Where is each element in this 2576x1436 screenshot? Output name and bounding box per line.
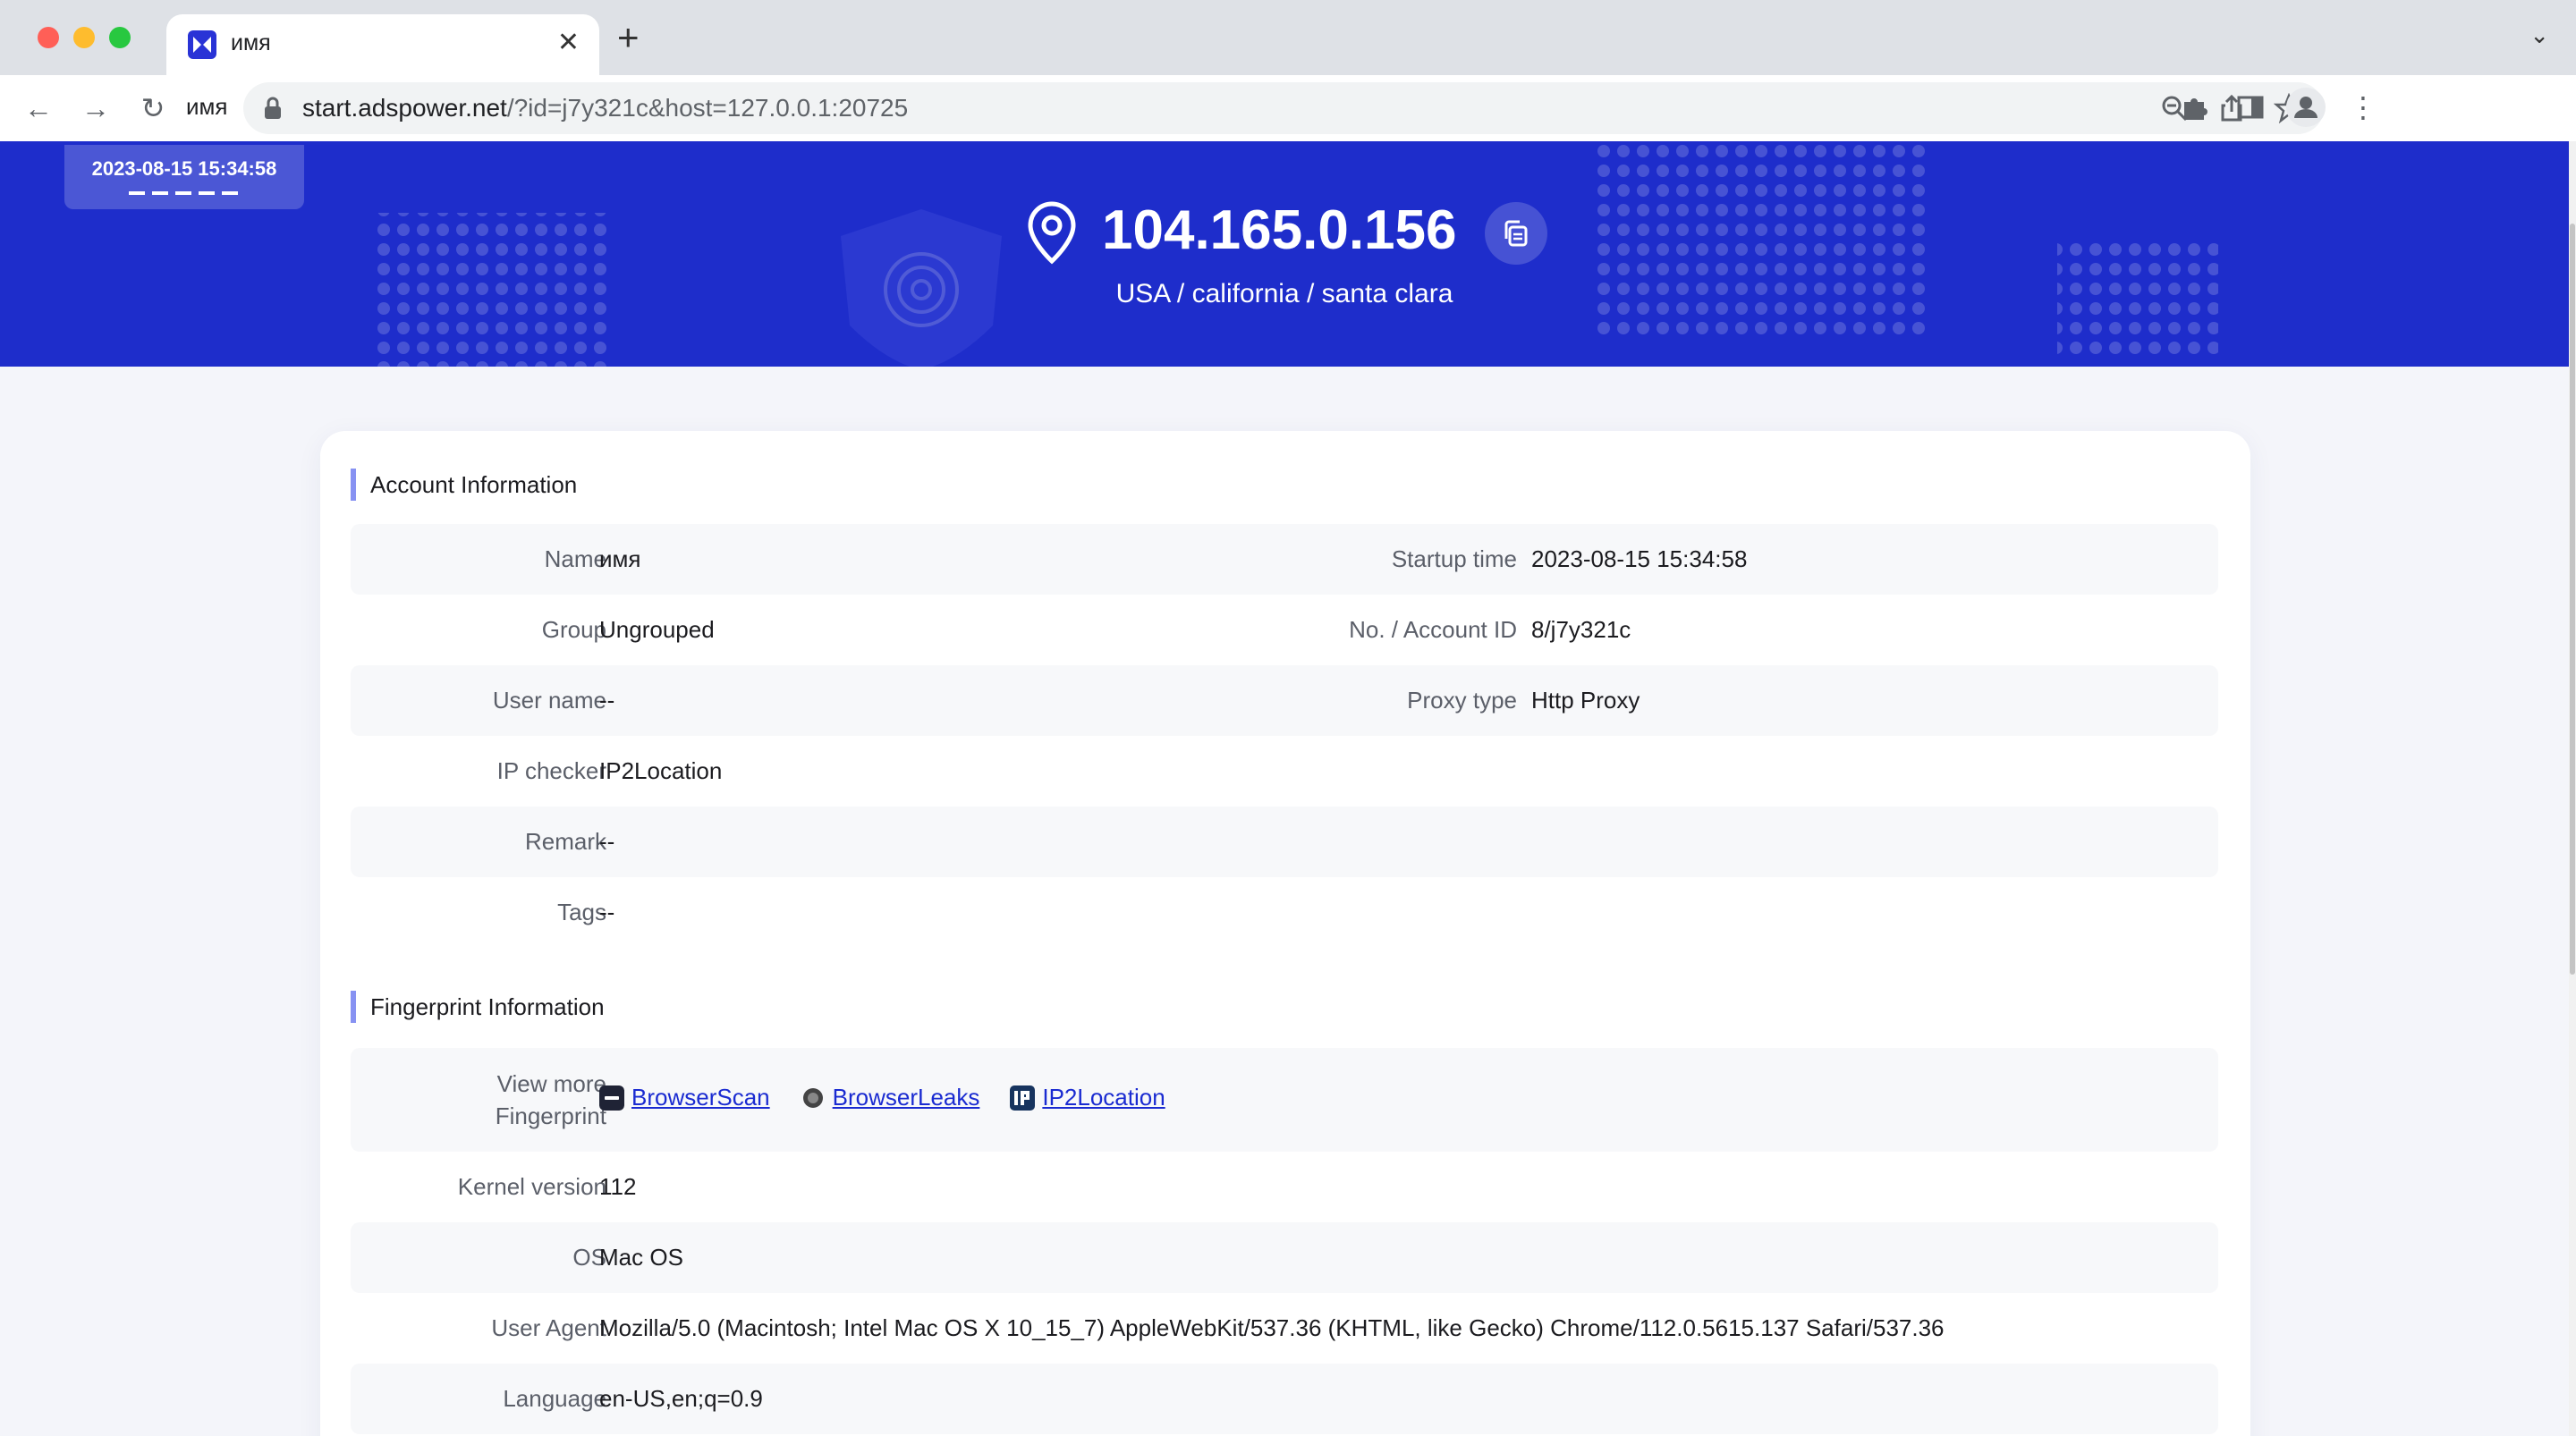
tab-title: имя <box>231 30 271 55</box>
new-tab-plus-icon[interactable]: + <box>617 19 640 56</box>
table-row: Language en-US,en;q=0.9 <box>351 1364 2218 1434</box>
back-arrow-icon[interactable]: ← <box>21 91 55 125</box>
url-text: start.adspower.net/?id=j7y321c&host=127.… <box>302 94 909 122</box>
account-info-table: Name имя Startup time 2023-08-15 15:34:5… <box>351 524 2218 948</box>
browserleaks-logo-icon <box>802 1087 823 1108</box>
profile-name-label: имя <box>186 93 228 120</box>
table-row: IP checker IP2Location <box>496 757 723 784</box>
fingerprint-links: BrowserScan BrowserLeaks IP2Location <box>599 1084 1165 1111</box>
ip2location-link-item: IP2Location <box>1010 1084 1165 1111</box>
browserleaks-link[interactable]: BrowserLeaks <box>833 1084 980 1111</box>
table-row: Group Ungrouped No. / Account ID 8/j7y32… <box>541 616 1631 643</box>
ip2location-logo-icon <box>1010 1085 1036 1111</box>
location-pin-icon <box>1028 201 1076 265</box>
kebab-menu-icon[interactable]: ⋮ <box>2347 91 2379 123</box>
fingerprint-info-table: View more Fingerprint BrowserScan Browser… <box>351 1048 2218 1434</box>
maximize-window-button[interactable] <box>109 27 131 48</box>
browserscan-link-item: BrowserScan <box>599 1084 770 1111</box>
browser-tab-bar: имя ✕ + ⌄ <box>0 0 2576 75</box>
browser-tab-active[interactable]: имя ✕ <box>166 14 599 75</box>
view-more-label: View more Fingerprint <box>495 1070 606 1129</box>
browserscan-logo-icon <box>599 1085 624 1111</box>
table-row: Tags -- <box>557 899 615 925</box>
extensions-puzzle-icon[interactable] <box>2179 91 2211 123</box>
tab-close-icon[interactable]: ✕ <box>557 25 580 61</box>
browser-toolbar: ← → ↻ имя start.adspower.net/?id=j7y321c… <box>0 75 2576 142</box>
table-row: OS Mac OS <box>351 1222 2218 1293</box>
page-viewport: 2023-08-15 15:34:58 104.165.0.156 USA / … <box>0 141 2569 1436</box>
copy-icon <box>1504 220 1528 247</box>
scrollbar-thumb[interactable] <box>2570 224 2575 975</box>
profile-avatar-icon[interactable] <box>2286 88 2326 127</box>
fingerprint-section-title: Fingerprint Information <box>351 991 605 1023</box>
chevron-down-icon[interactable]: ⌄ <box>2529 21 2549 49</box>
minimize-window-button[interactable] <box>73 27 95 48</box>
table-row: Name имя Startup time 2023-08-15 15:34:5… <box>351 524 2218 595</box>
browserleaks-link-item: BrowserLeaks <box>801 1084 980 1111</box>
adspower-logo-icon <box>188 30 216 59</box>
browserscan-link[interactable]: BrowserScan <box>631 1084 770 1111</box>
ip-hero-banner: 2023-08-15 15:34:58 104.165.0.156 USA / … <box>0 141 2569 367</box>
address-bar[interactable]: start.adspower.net/?id=j7y321c&host=127.… <box>243 82 2324 134</box>
page-scrollbar[interactable] <box>2569 141 2576 1436</box>
table-row: User Agent Mozilla/5.0 (Macintosh; Intel… <box>491 1314 1945 1341</box>
info-card: Account Information Name имя Startup tim… <box>320 431 2250 1436</box>
side-panel-icon[interactable] <box>2234 91 2267 123</box>
table-row: Remark -- <box>351 807 2218 877</box>
startup-time-badge: 2023-08-15 15:34:58 <box>64 145 304 209</box>
reload-icon[interactable]: ↻ <box>136 91 170 125</box>
dashes-decoration <box>129 191 240 195</box>
ip2location-link[interactable]: IP2Location <box>1042 1084 1165 1111</box>
ip-address: 104.165.0.156 <box>1102 199 1457 261</box>
ip-location: USA / california / santa clara <box>1115 279 1453 308</box>
account-section-title: Account Information <box>351 469 577 501</box>
close-window-button[interactable] <box>38 27 59 48</box>
copy-ip-button[interactable] <box>1485 202 1547 265</box>
table-row: Kernel version 112 <box>457 1173 637 1200</box>
lock-icon <box>265 97 281 119</box>
table-row: User name -- Proxy type Http Proxy <box>351 665 2218 736</box>
table-row: View more Fingerprint BrowserScan Browser… <box>351 1048 2218 1152</box>
forward-arrow-icon[interactable]: → <box>79 91 113 125</box>
